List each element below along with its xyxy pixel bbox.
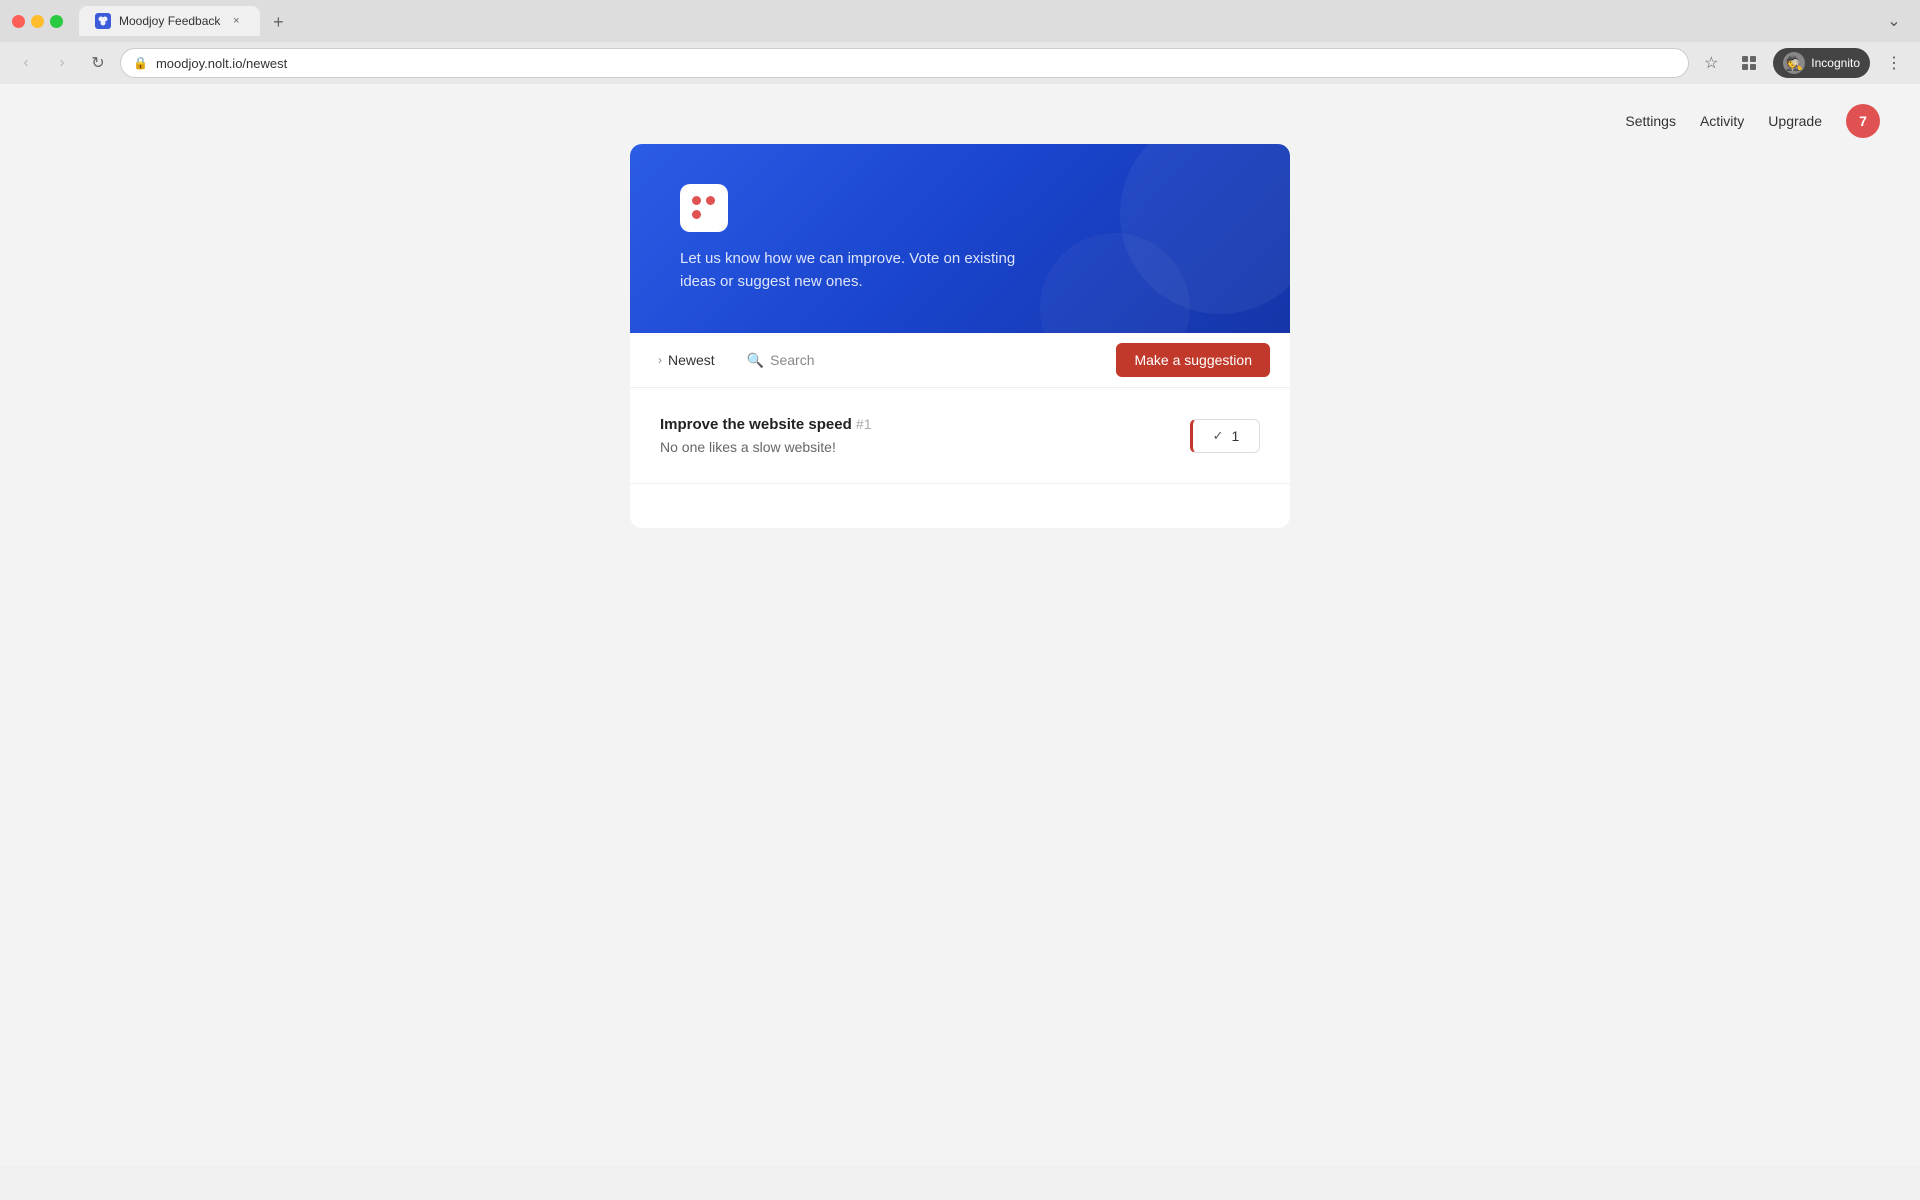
main-card: Let us know how we can improve. Vote on …: [630, 144, 1290, 528]
address-text: moodjoy.nolt.io/newest: [156, 56, 287, 71]
incognito-profile-button[interactable]: 🕵 Incognito: [1773, 48, 1870, 78]
extensions-icon[interactable]: [1735, 49, 1763, 77]
reload-button[interactable]: ↻: [84, 49, 112, 77]
new-tab-button[interactable]: +: [264, 8, 292, 36]
settings-link[interactable]: Settings: [1625, 113, 1676, 129]
forward-button[interactable]: ›: [48, 49, 76, 77]
top-navigation: Settings Activity Upgrade 7: [1585, 84, 1920, 158]
tab-title: Moodjoy Feedback: [119, 14, 220, 28]
feedback-description: No one likes a slow website!: [660, 439, 1170, 455]
logo-dot-4: [706, 210, 715, 219]
window-menu-icon[interactable]: ⌄: [1880, 7, 1908, 35]
logo-dot-2: [706, 196, 715, 205]
maximize-window-button[interactable]: [50, 15, 63, 28]
feedback-title: Improve the website speed #1: [660, 416, 1170, 433]
browser-chrome: Moodjoy Feedback × + ⌄ ‹ › ↻ 🔒 moodjoy.n…: [0, 0, 1920, 84]
vote-count: 1: [1232, 428, 1240, 444]
feedback-content: Improve the website speed #1 No one like…: [660, 416, 1170, 455]
bookmark-icon[interactable]: ☆: [1697, 49, 1725, 77]
search-area[interactable]: 🔍 Search: [739, 346, 1101, 375]
feedback-id: #1: [856, 416, 872, 432]
traffic-lights: [12, 15, 63, 28]
minimize-window-button[interactable]: [31, 15, 44, 28]
address-bar[interactable]: 🔒 moodjoy.nolt.io/newest: [120, 48, 1689, 78]
filter-bar: › Newest 🔍 Search Make a suggestion: [630, 333, 1290, 388]
page-content: Settings Activity Upgrade 7 Let us know …: [0, 84, 1920, 1166]
hero-banner: Let us know how we can improve. Vote on …: [630, 144, 1290, 333]
hero-description: Let us know how we can improve. Vote on …: [680, 248, 1040, 293]
tab-close-button[interactable]: ×: [228, 13, 244, 29]
incognito-label: Incognito: [1811, 56, 1860, 70]
app-logo: [680, 184, 728, 232]
activity-link[interactable]: Activity: [1700, 113, 1744, 129]
browser-titlebar: Moodjoy Feedback × + ⌄: [0, 0, 1920, 42]
logo-dot-1: [692, 196, 701, 205]
logo-dot-3: [692, 210, 701, 219]
vote-button[interactable]: ✓ 1: [1190, 419, 1260, 453]
lock-icon: 🔒: [133, 56, 148, 70]
browser-menu-button[interactable]: ⋮: [1880, 49, 1908, 77]
upgrade-link[interactable]: Upgrade: [1768, 113, 1822, 129]
incognito-avatar: 🕵: [1783, 52, 1805, 74]
feedback-item: Improve the website speed #1 No one like…: [630, 388, 1290, 484]
active-tab[interactable]: Moodjoy Feedback ×: [79, 6, 260, 36]
browser-toolbar: ‹ › ↻ 🔒 moodjoy.nolt.io/newest ☆ 🕵 Incog…: [0, 42, 1920, 84]
close-window-button[interactable]: [12, 15, 25, 28]
tab-favicon: [95, 13, 111, 29]
back-button[interactable]: ‹: [12, 49, 40, 77]
sort-chevron-icon: ›: [658, 353, 662, 367]
sort-label: Newest: [668, 352, 715, 368]
feedback-list: Improve the website speed #1 No one like…: [630, 388, 1290, 528]
vote-check-icon: ✓: [1213, 428, 1224, 444]
user-avatar[interactable]: 7: [1846, 104, 1880, 138]
sort-filter[interactable]: › Newest: [650, 346, 723, 374]
feedback-title-text: Improve the website speed: [660, 416, 852, 433]
make-suggestion-button[interactable]: Make a suggestion: [1116, 343, 1270, 377]
search-placeholder: Search: [770, 352, 814, 368]
logo-dots: [692, 196, 716, 220]
toolbar-actions: ☆ 🕵 Incognito ⋮: [1697, 48, 1908, 78]
search-icon: 🔍: [747, 352, 764, 369]
